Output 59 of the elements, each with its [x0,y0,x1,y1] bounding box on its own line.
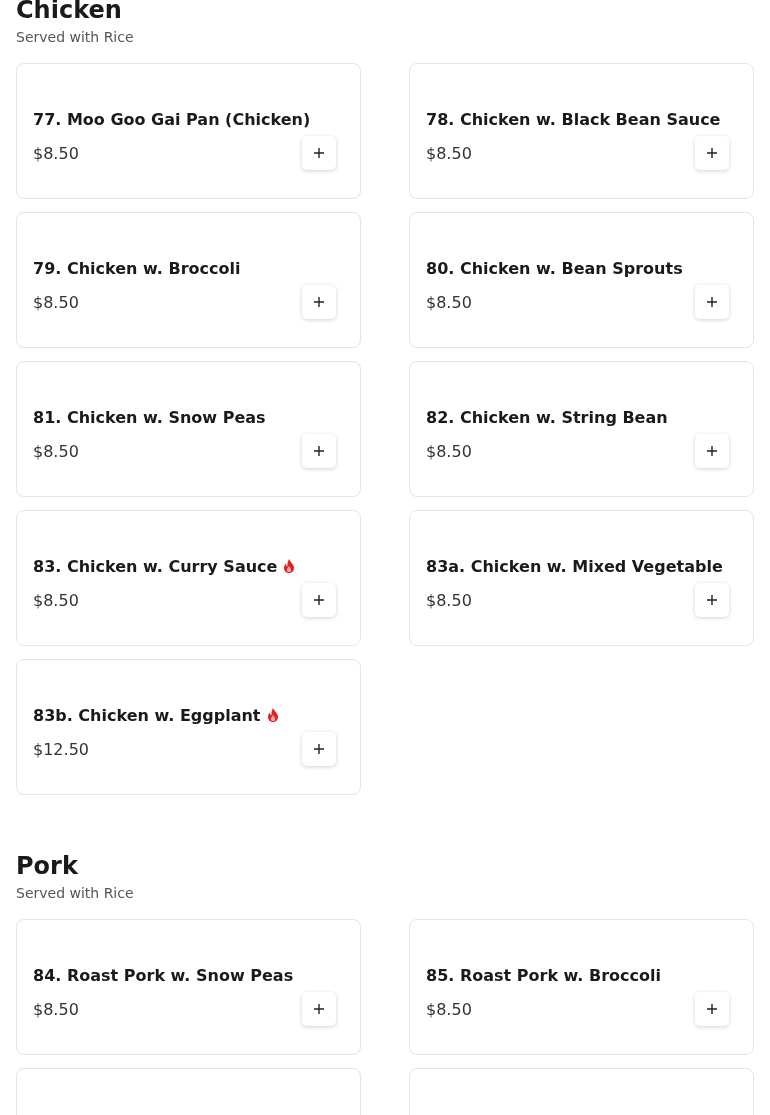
plus-icon [707,297,717,307]
item-price: $8.50 [426,591,472,610]
item-price: $8.50 [426,144,472,163]
menu-item-card[interactable]: 83b. Chicken w. Eggplant $12.50 [16,659,361,795]
item-name: 82. Chicken w. String Bean [426,408,669,427]
add-button[interactable] [302,136,336,170]
section-title: Chicken [16,0,123,26]
menu-item-card[interactable]: 80. Chicken w. Bean Sprouts $8.50 [409,212,754,348]
menu-item-card[interactable]: 79. Chicken w. Broccoli $8.50 [16,212,361,348]
plus-icon [707,595,717,605]
plus-icon [314,446,324,456]
add-button[interactable] [695,583,729,617]
menu-item-card[interactable]: 82. Chicken w. String Bean $8.50 [409,361,754,497]
plus-icon [707,1004,717,1014]
plus-icon [314,297,324,307]
item-name: 77. Moo Goo Gai Pan (Chicken) [33,110,312,129]
item-name: 83b. Chicken w. Eggplant [33,706,344,725]
section-subtitle: Served with Rice [16,884,135,902]
item-name: 83. Chicken w. Curry Sauce [33,557,344,576]
item-name: 83a. Chicken w. Mixed Vegetable [426,557,724,576]
item-price: $12.50 [33,740,89,759]
item-name: 85. Roast Pork w. Broccoli [426,966,662,985]
section-subtitle: Served with Rice [16,28,135,46]
item-price: $8.50 [426,1000,472,1019]
menu-item-card[interactable]: 77. Moo Goo Gai Pan (Chicken) $8.50 [16,63,361,199]
item-name: 80. Chicken w. Bean Sprouts [426,259,684,278]
item-price: $8.50 [33,591,79,610]
item-name: 81. Chicken w. Snow Peas [33,408,267,427]
plus-icon [314,744,324,754]
add-button[interactable] [302,732,336,766]
item-price: $8.50 [426,293,472,312]
plus-icon [314,595,324,605]
item-price: $8.50 [33,1000,79,1019]
item-name: 78. Chicken w. Black Bean Sauce [426,110,722,129]
item-price: $8.50 [33,144,79,163]
menu-item-card[interactable]: 81. Chicken w. Snow Peas $8.50 [16,361,361,497]
plus-icon [707,446,717,456]
add-button[interactable] [302,992,336,1026]
item-name: 84. Roast Pork w. Snow Peas [33,966,295,985]
menu-item-card[interactable]: 83. Chicken w. Curry Sauce $8.50 [16,510,361,646]
item-name: 79. Chicken w. Broccoli [33,259,242,278]
plus-icon [707,148,717,158]
menu-item-card[interactable]: 84. Roast Pork w. Snow Peas $8.50 [16,919,361,1055]
item-price: $8.50 [426,442,472,461]
add-button[interactable] [695,136,729,170]
add-button[interactable] [302,434,336,468]
menu-item-card[interactable]: 83a. Chicken w. Mixed Vegetable $8.50 [409,510,754,646]
item-price: $8.50 [33,442,79,461]
add-button[interactable] [302,285,336,319]
item-price: $8.50 [33,293,79,312]
plus-icon [314,1004,324,1014]
menu-item-card[interactable]: 85. Roast Pork w. Broccoli $8.50 [409,919,754,1055]
add-button[interactable] [695,434,729,468]
add-button[interactable] [695,285,729,319]
add-button[interactable] [695,992,729,1026]
section-title: Pork [16,851,79,882]
plus-icon [314,148,324,158]
add-button[interactable] [302,583,336,617]
menu-item-card[interactable]: 78. Chicken w. Black Bean Sauce $8.50 [409,63,754,199]
